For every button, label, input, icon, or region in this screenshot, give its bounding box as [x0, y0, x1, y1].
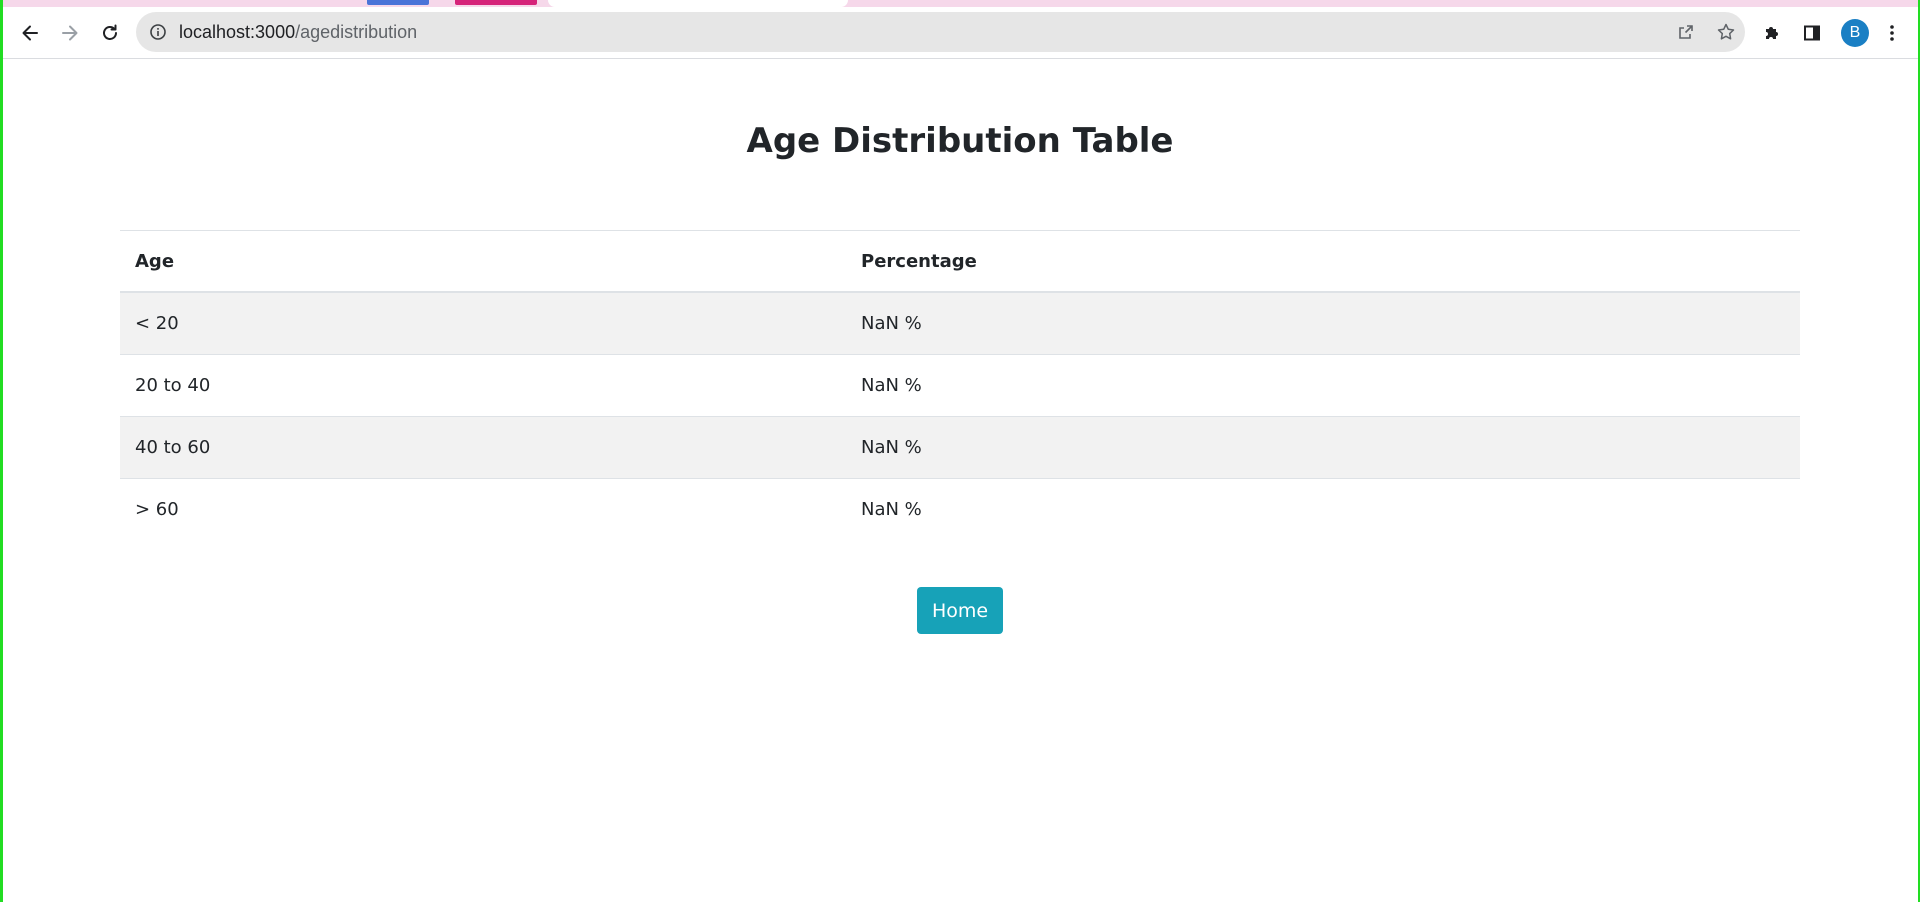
table-header-row: Age Percentage: [120, 230, 1800, 293]
percentage-cell: NaN %: [846, 354, 1800, 417]
tab-group-indicator-blue[interactable]: [367, 0, 429, 5]
share-button[interactable]: [1676, 22, 1696, 42]
address-bar-url[interactable]: localhost:3000/agedistribution: [179, 22, 417, 42]
table-row: 40 to 60 NaN %: [120, 416, 1800, 479]
age-cell: 20 to 40: [120, 354, 846, 417]
reload-icon: [103, 24, 117, 40]
active-tab[interactable]: [548, 0, 848, 7]
more-vert-icon: [1890, 25, 1894, 41]
table-row: 20 to 40 NaN %: [120, 354, 1800, 417]
age-cell: < 20: [120, 291, 846, 355]
tab-strip: [3, 0, 1918, 7]
share-icon: [1679, 25, 1693, 39]
reload-button[interactable]: [94, 17, 126, 49]
age-distribution-table-container: Age Percentage < 20 NaN % 20 to 40 NaN %…: [120, 230, 1800, 540]
info-icon[interactable]: [150, 24, 166, 40]
column-header-percentage: Percentage: [846, 230, 1800, 293]
percentage-cell: NaN %: [846, 291, 1800, 355]
back-button[interactable]: [14, 17, 46, 49]
table-row: > 60 NaN %: [120, 478, 1800, 540]
url-host: localhost:3000: [179, 22, 296, 42]
browser-menu-button[interactable]: [1880, 21, 1904, 45]
side-panel-icon: [1804, 25, 1820, 41]
back-arrow-icon: [22, 25, 38, 41]
page-title: Age Distribution Table: [746, 121, 1174, 161]
profile-avatar[interactable]: B: [1841, 19, 1869, 47]
percentage-cell: NaN %: [846, 416, 1800, 479]
column-header-age: Age: [120, 230, 846, 293]
browser-toolbar: localhost:3000/agedistribution B: [3, 7, 1918, 59]
age-distribution-table: Age Percentage < 20 NaN % 20 to 40 NaN %…: [120, 230, 1800, 540]
extensions-button[interactable]: [1760, 21, 1784, 45]
age-cell: > 60: [120, 478, 846, 540]
url-path: /agedistribution: [295, 22, 418, 42]
age-cell: 40 to 60: [120, 416, 846, 479]
percentage-cell: NaN %: [846, 478, 1800, 540]
forward-button[interactable]: [54, 17, 86, 49]
home-button[interactable]: Home: [917, 587, 1003, 634]
bookmark-button[interactable]: [1716, 22, 1736, 42]
extensions-icon: [1766, 27, 1778, 39]
tab-group-indicator-pink[interactable]: [455, 0, 537, 5]
side-panel-button[interactable]: [1800, 21, 1824, 45]
address-bar[interactable]: localhost:3000/agedistribution: [136, 12, 1745, 52]
table-row: < 20 NaN %: [120, 291, 1800, 355]
star-icon: [1717, 23, 1735, 40]
forward-arrow-icon: [62, 25, 78, 41]
